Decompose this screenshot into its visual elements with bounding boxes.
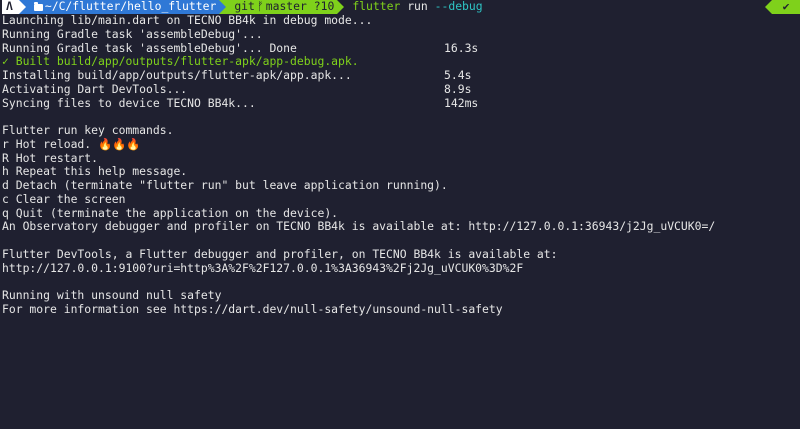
output-line: r Hot reload. 🔥🔥🔥 bbox=[2, 136, 800, 152]
git-icon: git bbox=[234, 0, 255, 14]
output-text: Running Gradle task 'assembleDebug'... D… bbox=[2, 40, 297, 55]
output-text: Running with unsound null safety bbox=[2, 288, 222, 302]
output-duration: 5.4s bbox=[444, 68, 472, 82]
output-line: Running Gradle task 'assembleDebug'... bbox=[2, 26, 800, 42]
output-line: Flutter DevTools, a Flutter debugger and… bbox=[2, 246, 800, 262]
output-duration: 16.3s bbox=[444, 40, 479, 55]
segment-separator-icon bbox=[18, 0, 26, 14]
branch-icon: ᚠ bbox=[256, 0, 264, 14]
output-text: c Clear the screen bbox=[2, 191, 126, 206]
output-text: q Quit (terminate the application on the… bbox=[2, 205, 339, 220]
command-arg: run bbox=[407, 0, 428, 14]
output-text: d Detach (terminate "flutter run" but le… bbox=[2, 178, 448, 192]
output-text: R Hot restart. bbox=[2, 150, 99, 165]
output-text: An Observatory debugger and profiler on … bbox=[2, 219, 716, 234]
terminal-output: Launching lib/main.dart on TECNO BB4k in… bbox=[2, 13, 800, 317]
output-text: Flutter DevTools, a Flutter debugger and… bbox=[2, 246, 558, 261]
output-line: Syncing files to device TECNO BB4k... 142… bbox=[2, 95, 800, 111]
segment-separator-icon bbox=[219, 0, 227, 14]
command-flag: --debug bbox=[434, 0, 483, 14]
output-duration: 8.9s bbox=[444, 81, 472, 96]
output-text: r Hot reload. 🔥🔥🔥 bbox=[2, 136, 141, 151]
git-segment: git ᚠ master ?10 bbox=[226, 0, 338, 14]
output-line: Flutter run key commands. bbox=[2, 123, 800, 138]
output-line: Launching lib/main.dart on TECNO BB4k in… bbox=[2, 13, 800, 28]
output-text: Installing build/app/outputs/flutter-apk… bbox=[2, 68, 352, 82]
directory-segment: ~ /C/flutter/hello_flutter bbox=[25, 0, 220, 14]
arch-logo-icon: Λ bbox=[6, 0, 13, 14]
folder-icon bbox=[33, 1, 43, 11]
output-line: c Clear the screen bbox=[2, 191, 800, 207]
output-line: Running with unsound null safety bbox=[2, 288, 800, 303]
dir-prefix: ~ bbox=[44, 0, 52, 14]
output-text: Launching lib/main.dart on TECNO BB4k in… bbox=[2, 13, 373, 27]
prompt-line: Λ ~ /C/flutter/hello_flutter git ᚠ maste… bbox=[2, 0, 800, 14]
output-line: h Repeat this help message. bbox=[2, 164, 800, 179]
output-line: An Observatory debugger and profiler on … bbox=[2, 219, 800, 234]
output-line: Running Gradle task 'assembleDebug'... D… bbox=[2, 40, 800, 56]
command-input[interactable]: flutter run --debug bbox=[344, 0, 482, 14]
output-line: Installing build/app/outputs/flutter-apk… bbox=[2, 68, 800, 83]
dir-path: /C/flutter/hello_flutter bbox=[51, 0, 217, 14]
output-line: q Quit (terminate the application on the… bbox=[2, 205, 800, 221]
status-segment: ✔ bbox=[765, 0, 800, 14]
output-text: Activating Dart DevTools... bbox=[2, 81, 188, 96]
output-line: R Hot restart. bbox=[2, 150, 800, 166]
output-duration: 142ms bbox=[444, 95, 479, 110]
git-branch: master ?10 bbox=[265, 0, 335, 14]
output-line: For more information see https://dart.de… bbox=[2, 301, 800, 317]
terminal-window[interactable]: Λ ~ /C/flutter/hello_flutter git ᚠ maste… bbox=[0, 0, 800, 429]
success-check-icon: ✔ bbox=[772, 0, 800, 14]
output-line: d Detach (terminate "flutter run" but le… bbox=[2, 178, 800, 193]
segment-separator-icon bbox=[337, 0, 345, 14]
output-text: For more information see https://dart.de… bbox=[2, 301, 503, 316]
segment-separator-icon bbox=[765, 0, 772, 14]
output-text: h Repeat this help message. bbox=[2, 164, 188, 179]
command-name: flutter bbox=[352, 0, 401, 14]
output-text: Running Gradle task 'assembleDebug'... bbox=[2, 26, 263, 41]
output-line: http://127.0.0.1:9100?uri=http%3A%2F%2F1… bbox=[2, 260, 800, 276]
output-text: Flutter run key commands. bbox=[2, 123, 174, 137]
os-segment: Λ bbox=[2, 0, 19, 14]
output-line: Activating Dart DevTools... 8.9s bbox=[2, 81, 800, 97]
output-line: ✓ Built build/app/outputs/flutter-apk/ap… bbox=[2, 54, 800, 69]
output-text: Syncing files to device TECNO BB4k... bbox=[2, 95, 256, 110]
output-text: http://127.0.0.1:9100?uri=http%3A%2F%2F1… bbox=[2, 260, 524, 275]
output-text: ✓ Built build/app/outputs/flutter-apk/ap… bbox=[2, 54, 359, 69]
